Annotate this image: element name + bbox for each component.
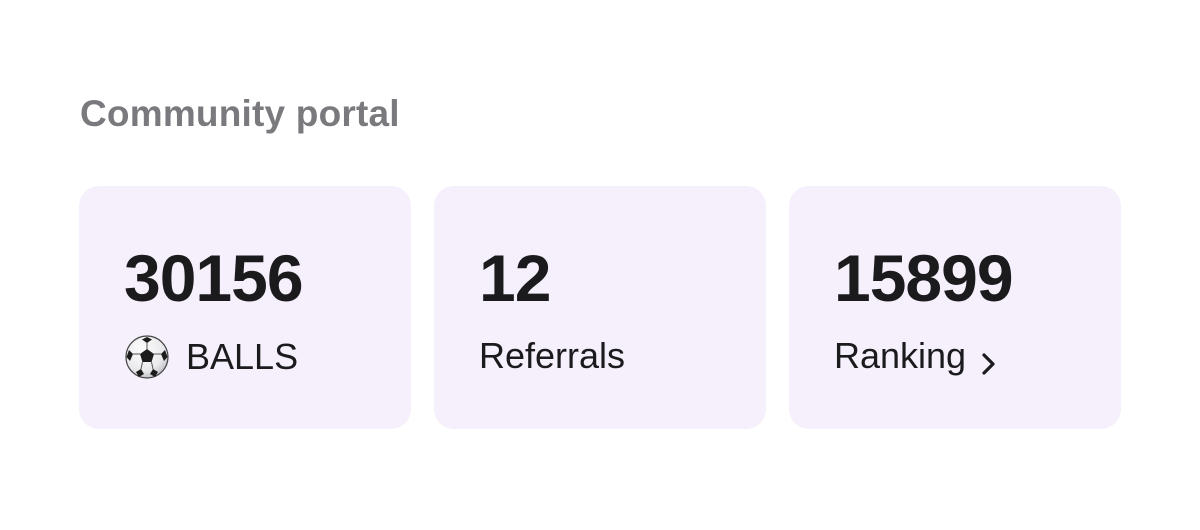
balls-caption: BALLS	[124, 334, 298, 380]
balls-value: 30156	[124, 241, 304, 315]
stats-cards: 30156 BALLS 12 Referrals 15899 Ranking	[79, 186, 1121, 429]
ranking-label: Ranking	[834, 335, 967, 376]
referrals-card: 12 Referrals	[434, 186, 766, 429]
ranking-value: 15899	[834, 241, 1014, 315]
referrals-caption: Referrals	[479, 334, 625, 378]
referrals-label: Referrals	[479, 335, 626, 376]
chevron-right-icon	[980, 343, 998, 375]
soccer-ball-icon	[124, 334, 170, 380]
balls-card: 30156 BALLS	[79, 186, 411, 429]
balls-label: BALLS	[186, 336, 299, 377]
section-title: Community portal	[80, 93, 400, 134]
ranking-card[interactable]: 15899 Ranking	[789, 186, 1121, 429]
referrals-value: 12	[479, 241, 551, 315]
ranking-link[interactable]: Ranking	[834, 334, 998, 378]
